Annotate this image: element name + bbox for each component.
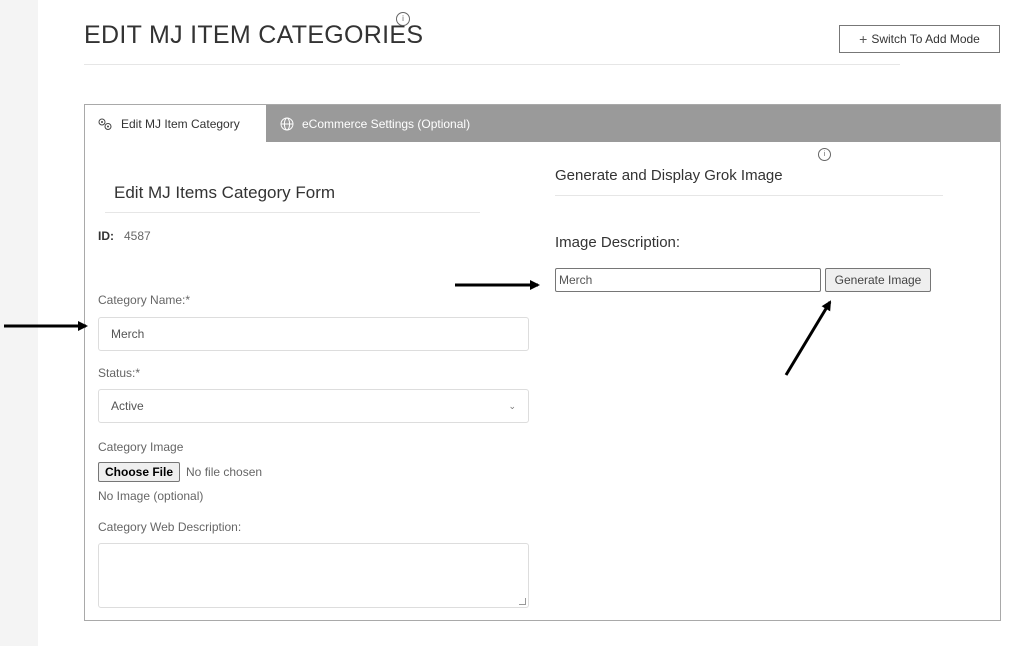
arrow-to-generate-button [784,300,832,376]
annotation-arrows [4,280,832,376]
